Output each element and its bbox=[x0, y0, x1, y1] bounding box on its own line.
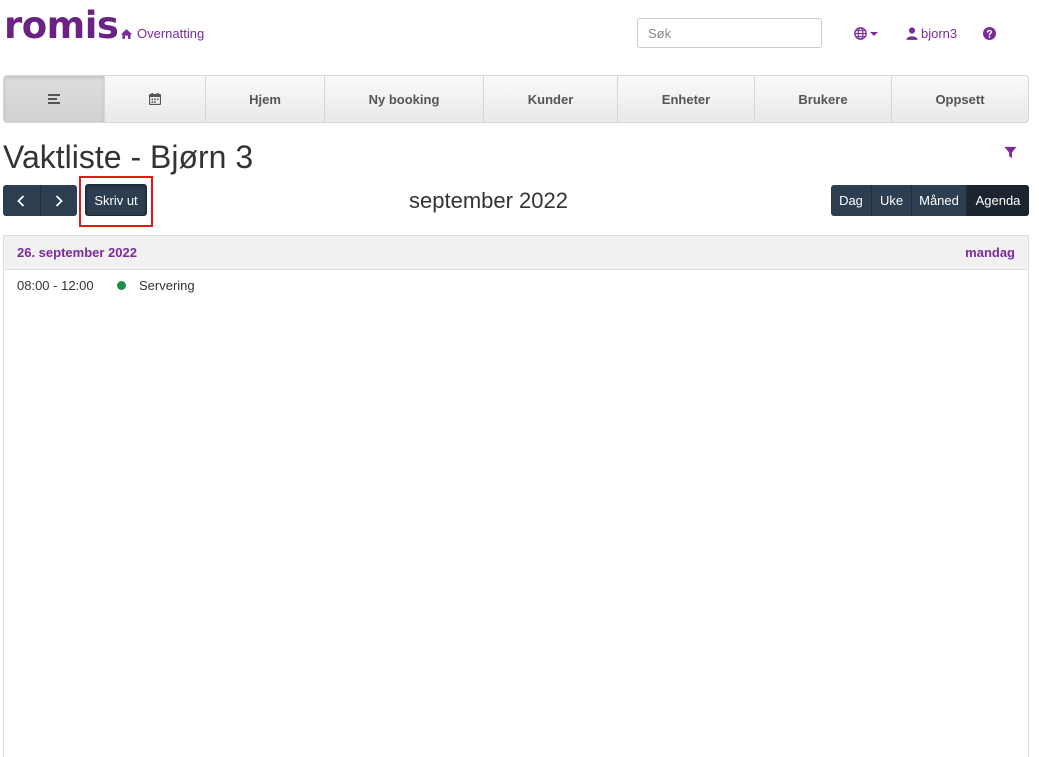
view-maned[interactable]: Måned bbox=[912, 185, 967, 216]
prev-button[interactable] bbox=[3, 185, 41, 216]
agenda-event[interactable]: 08:00 - 12:00 Servering bbox=[4, 270, 1028, 300]
calendar-icon bbox=[149, 93, 161, 105]
prev-next-group bbox=[3, 185, 77, 216]
help-button[interactable] bbox=[983, 27, 996, 45]
event-color-dot bbox=[117, 280, 126, 290]
main-nav: Hjem Ny booking Kunder Enheter Brukere O… bbox=[3, 75, 1029, 123]
nav-enheter[interactable]: Enheter bbox=[618, 76, 755, 122]
overnatting-link[interactable]: Overnatting bbox=[120, 26, 204, 41]
next-button[interactable] bbox=[41, 185, 78, 216]
page-title: Vaktliste - Bjørn 3 bbox=[3, 139, 254, 175]
home-icon bbox=[120, 28, 133, 39]
globe-icon bbox=[854, 27, 867, 40]
filter-button[interactable] bbox=[1004, 146, 1017, 164]
chevron-right-icon bbox=[55, 194, 63, 207]
filter-icon bbox=[1004, 146, 1017, 159]
event-time: 08:00 - 12:00 bbox=[17, 277, 94, 293]
nav-hjem[interactable]: Hjem bbox=[206, 76, 325, 122]
username: bjorn3 bbox=[921, 26, 958, 41]
view-agenda[interactable]: Agenda bbox=[967, 185, 1029, 216]
romis-logo[interactable]: romis bbox=[4, 4, 119, 48]
event-title: Servering bbox=[139, 277, 195, 293]
user-menu[interactable]: bjorn3 bbox=[906, 26, 957, 41]
overnatting-label: Overnatting bbox=[137, 26, 205, 41]
nav-menu-toggle[interactable] bbox=[4, 76, 105, 122]
print-button[interactable]: Skriv ut bbox=[85, 184, 147, 216]
nav-ny-booking[interactable]: Ny booking bbox=[325, 76, 484, 122]
chevron-left-icon bbox=[17, 194, 25, 207]
agenda-list: 26. september 2022 mandag 08:00 - 12:00 … bbox=[3, 235, 1029, 757]
bars-icon bbox=[48, 94, 60, 104]
view-switcher: Dag Uke Måned Agenda bbox=[831, 185, 1029, 216]
question-circle-icon bbox=[983, 27, 996, 40]
view-dag[interactable]: Dag bbox=[831, 185, 872, 216]
language-dropdown[interactable] bbox=[854, 27, 878, 40]
agenda-date[interactable]: 26. september 2022 bbox=[17, 245, 137, 260]
nav-kunder[interactable]: Kunder bbox=[484, 76, 618, 122]
view-uke[interactable]: Uke bbox=[872, 185, 912, 216]
chevron-down-icon bbox=[870, 31, 878, 36]
month-label: september 2022 bbox=[409, 188, 568, 213]
agenda-day-header: 26. september 2022 mandag bbox=[4, 236, 1028, 270]
user-icon bbox=[906, 27, 918, 40]
nav-oppsett[interactable]: Oppsett bbox=[892, 76, 1028, 122]
nav-brukere[interactable]: Brukere bbox=[755, 76, 892, 122]
search-input[interactable] bbox=[637, 18, 822, 48]
agenda-weekday[interactable]: mandag bbox=[965, 245, 1015, 260]
nav-calendar[interactable] bbox=[105, 76, 206, 122]
